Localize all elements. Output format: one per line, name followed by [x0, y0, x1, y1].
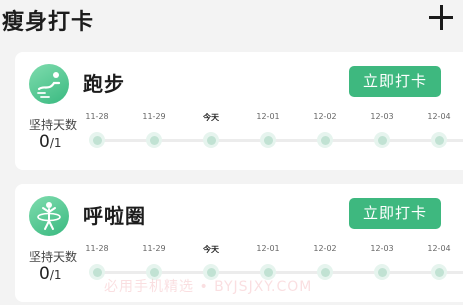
header: 瘦身打卡	[0, 0, 463, 40]
day-label: 12-01	[256, 112, 280, 121]
day-label: 12-01	[256, 244, 280, 253]
checkin-button[interactable]: 立即打卡	[349, 66, 441, 97]
streak-count: 0/1	[39, 132, 62, 152]
day-item[interactable]: 11-29	[134, 112, 174, 152]
streak-label: 坚持天数	[29, 118, 78, 132]
day-label: 11-28	[85, 244, 109, 253]
day-label: 12-02	[313, 244, 337, 253]
running-icon	[29, 64, 69, 104]
day-label: 12-02	[313, 112, 337, 121]
day-label: 12-03	[370, 112, 394, 121]
streak-total: /1	[49, 136, 62, 150]
day-dot	[317, 132, 333, 148]
day-dot	[431, 264, 447, 280]
activity-name: 呼啦圈	[83, 204, 146, 228]
day-label: 11-29	[142, 244, 166, 253]
day-dot	[146, 132, 162, 148]
day-item[interactable]: 12-04	[419, 244, 459, 284]
checkin-button[interactable]: 立即打卡	[349, 198, 441, 229]
day-label: 12-03	[370, 244, 394, 253]
day-item-today[interactable]: 今天	[191, 112, 231, 152]
watermark: 必用手机精选 • BYJSJXY.COM	[104, 279, 313, 295]
day-label: 11-29	[142, 112, 166, 121]
streak-count: 0/1	[39, 264, 62, 284]
day-item[interactable]: 12-04	[419, 112, 459, 152]
day-dot	[431, 132, 447, 148]
streak-label: 坚持天数	[29, 250, 78, 264]
day-label: 12-04	[427, 112, 451, 121]
day-item[interactable]: 12-03	[362, 112, 402, 152]
day-item[interactable]: 12-02	[305, 112, 345, 152]
day-label: 12-04	[427, 244, 451, 253]
activity-name: 跑步	[83, 72, 125, 96]
day-dot	[89, 264, 105, 280]
activity-card-running: 跑步 立即打卡 坚持天数 0/1 11-28 11-29 今天 12-01 12…	[15, 52, 463, 170]
streak-total: /1	[49, 268, 62, 282]
day-item[interactable]: 12-01	[248, 112, 288, 152]
day-label: 11-28	[85, 112, 109, 121]
day-item[interactable]: 12-03	[362, 244, 402, 284]
hula-hoop-icon	[29, 196, 69, 236]
streak-done: 0	[39, 264, 50, 284]
plus-icon[interactable]	[426, 3, 456, 33]
day-dot	[317, 264, 333, 280]
streak-done: 0	[39, 132, 50, 152]
day-dot	[203, 132, 219, 148]
day-dot	[374, 132, 390, 148]
day-item[interactable]: 11-28	[77, 112, 117, 152]
day-dot	[260, 132, 276, 148]
day-dot	[89, 132, 105, 148]
day-label-today: 今天	[203, 245, 219, 254]
page-title: 瘦身打卡	[2, 10, 95, 35]
day-dot	[374, 264, 390, 280]
day-label-today: 今天	[203, 113, 219, 122]
